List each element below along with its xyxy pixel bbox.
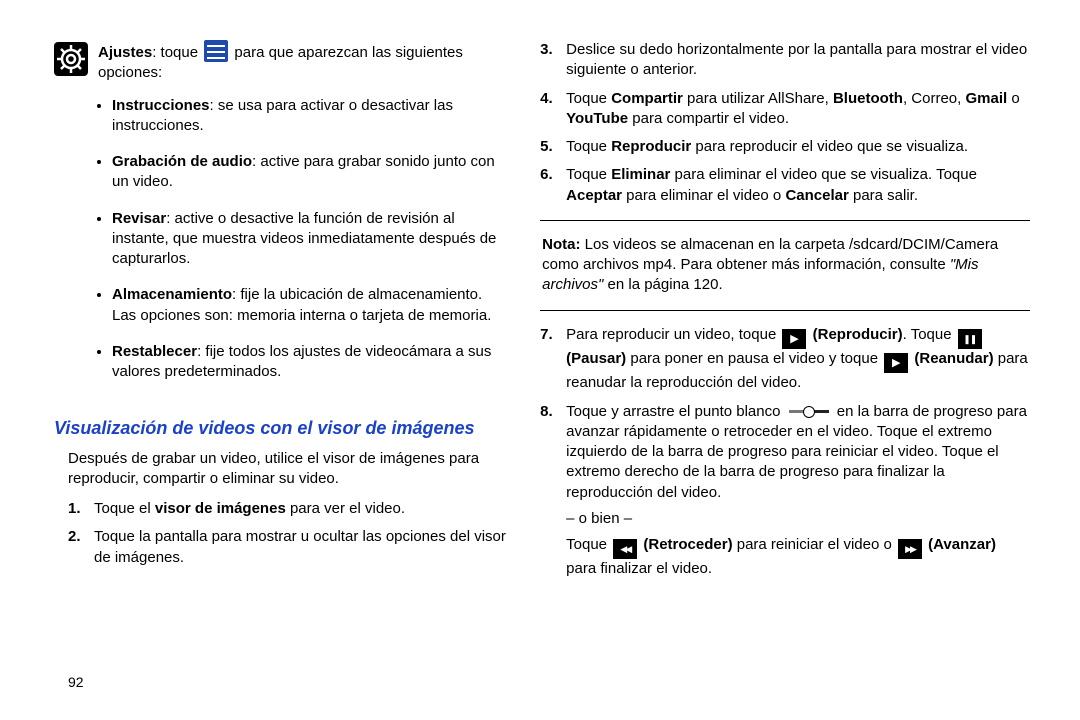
list-item: Revisar: active o desactive la función d… (112, 209, 506, 270)
steps-right-b: 7. Para reproducir un video, toque (Repr… (540, 325, 1030, 580)
step-item: 8. Toque y arrastre el punto blanco en l… (540, 402, 1030, 580)
right-column: 3. Deslice su dedo horizontalmente por l… (540, 40, 1030, 700)
step-item: 2. Toque la pantalla para mostrar u ocul… (68, 527, 506, 568)
nota-block: Nota: Los videos se almacenan en la carp… (540, 235, 1030, 296)
resume-icon (884, 353, 908, 373)
step-item: 5. Toque Reproducir para reproducir el v… (540, 137, 1030, 157)
ajustes-block: Ajustes: toque para que aparezcan las si… (54, 40, 506, 84)
steps-right-a: 3. Deslice su dedo horizontalmente por l… (540, 40, 1030, 206)
list-item: Almacenamiento: fije la ubicación de alm… (112, 285, 506, 326)
rewind-icon (613, 539, 637, 559)
steps-left: 1. Toque el visor de imágenes para ver e… (54, 499, 506, 568)
list-item: Restablecer: fije todos los ajustes de v… (112, 342, 506, 383)
step-item: 6. Toque Eliminar para eliminar el video… (540, 165, 1030, 206)
divider (540, 310, 1030, 311)
step-item: 1. Toque el visor de imágenes para ver e… (68, 499, 506, 519)
list-item: Instrucciones: se usa para activar o des… (112, 96, 506, 137)
step-item: 4. Toque Compartir para utilizar AllShar… (540, 89, 1030, 130)
ajustes-text: Ajustes: toque para que aparezcan las si… (98, 40, 506, 84)
page-number: 92 (68, 673, 84, 692)
list-item: Grabación de audio: active para grabar s… (112, 152, 506, 193)
section-intro: Después de grabar un video, utilice el v… (68, 449, 506, 490)
progress-dot-icon (789, 404, 829, 418)
play-icon (782, 329, 806, 349)
forward-icon (898, 539, 922, 559)
step-item: 7. Para reproducir un video, toque (Repr… (540, 325, 1030, 394)
gear-icon (54, 42, 88, 76)
section-title: Visualización de videos con el visor de … (54, 416, 506, 440)
o-bien: – o bien – (566, 509, 1030, 529)
sliders-icon (204, 40, 228, 62)
pause-icon (958, 329, 982, 349)
manual-page: Ajustes: toque para que aparezcan las si… (0, 0, 1080, 720)
divider (540, 220, 1030, 221)
step-item: 3. Deslice su dedo horizontalmente por l… (540, 40, 1030, 81)
left-column: Ajustes: toque para que aparezcan las si… (54, 40, 506, 700)
ajustes-label: Ajustes (98, 44, 152, 61)
options-list: Instrucciones: se usa para activar o des… (54, 96, 506, 383)
